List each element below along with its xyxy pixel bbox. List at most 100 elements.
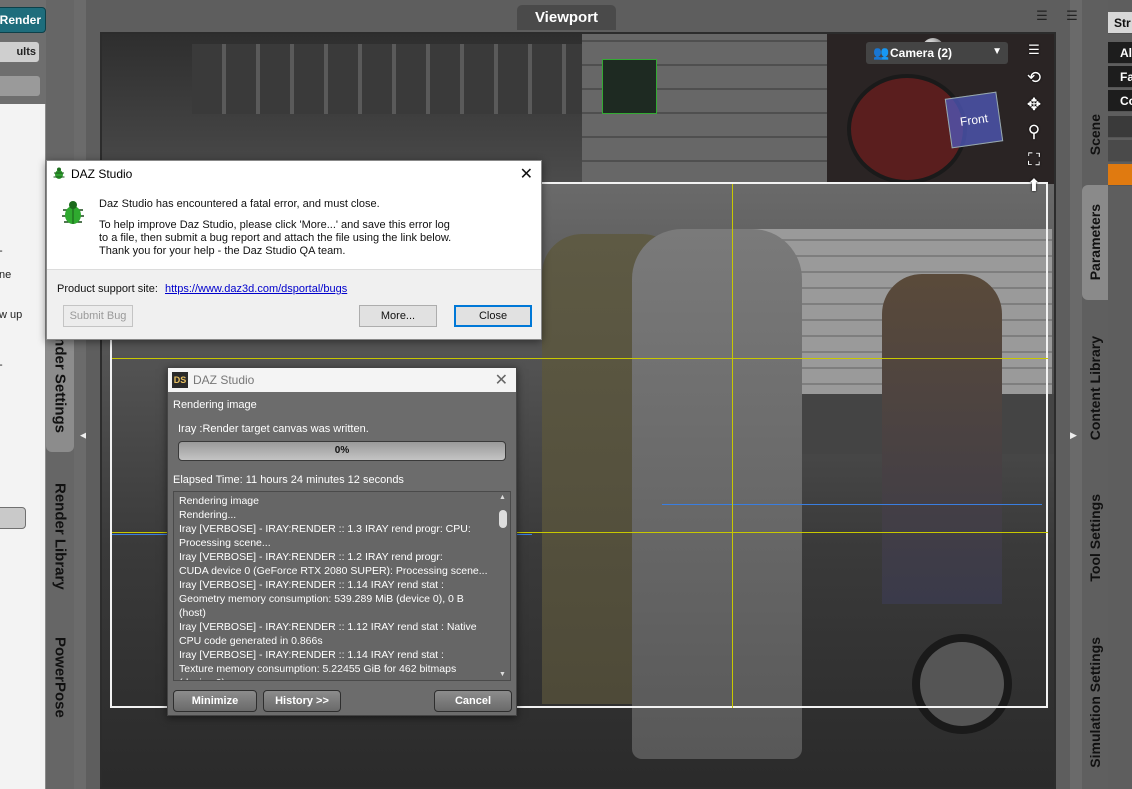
tab-scene-label: Scene (1087, 114, 1103, 156)
log-line: Processing scene... (179, 537, 271, 549)
log-line: Rendering... (179, 509, 237, 521)
viewport-tab[interactable]: Viewport (517, 5, 616, 30)
render-log[interactable]: Rendering image Rendering... Iray [VERBOSE… (173, 491, 511, 681)
tab-powerpose-label: PowerPose (51, 637, 69, 718)
render-message: Iray :Render target canvas was written. (178, 423, 369, 435)
settings-button[interactable] (0, 507, 26, 529)
elapsed-time: Elapsed Time: 11 hours 24 minutes 12 sec… (173, 474, 404, 486)
minimize-button[interactable]: Minimize (173, 690, 257, 712)
edge-item-fa[interactable]: Fa (1108, 66, 1132, 88)
tab-content-library[interactable]: Content Library (1082, 318, 1108, 458)
log-line: Iray [VERBOSE] - IRAY:RENDER :: 1.14 IRA… (179, 649, 444, 661)
log-line: Iray [VERBOSE] - IRAY:RENDER :: 1.14 IRA… (179, 579, 444, 591)
render-dialog-titlebar: DS DAZ Studio ✕ (168, 368, 516, 392)
render-progress-bar: 0% (178, 441, 506, 461)
thirds-guide-h1 (112, 358, 1048, 359)
tab-scene[interactable]: Scene (1082, 95, 1108, 175)
render-toolbar: Render ults (0, 0, 46, 104)
orbit-icon[interactable]: ⟲ (1023, 68, 1045, 88)
cancel-button[interactable]: Cancel (434, 690, 512, 712)
render-button[interactable]: Render (0, 7, 46, 33)
log-line: (host) (179, 607, 206, 619)
thirds-guide-v1 (732, 184, 733, 708)
error-dialog-title: DAZ Studio (71, 167, 133, 181)
error-dialog-titlebar: DAZ Studio ✕ (47, 161, 541, 186)
tab-simulation-settings[interactable]: Simulation Settings (1082, 620, 1108, 785)
bank-icon[interactable]: ⬆ (1023, 176, 1045, 196)
log-line: Iray [VERBOSE] - IRAY:RENDER :: 1.2 IRAY… (179, 551, 443, 563)
setting-fragment-1: ne (0, 269, 12, 281)
scroll-thumb[interactable] (499, 510, 507, 528)
camera-label: Camera (2) (890, 46, 953, 60)
viewport-options-icon[interactable]: ☰ (1023, 42, 1045, 58)
render-progress-text: 0% (334, 445, 350, 456)
tab-render-library[interactable]: Render Library (46, 472, 74, 600)
camera-icon: 👥 (873, 45, 890, 60)
viewport-menu-icon[interactable]: ☰ (1032, 8, 1052, 24)
setting-dash-1: - (0, 245, 3, 257)
tab-powerpose[interactable]: PowerPose (46, 625, 74, 730)
tab-parameters[interactable]: Parameters (1082, 185, 1108, 300)
error-dialog-content: Daz Studio has encountered a fatal error… (47, 186, 541, 270)
camera-selector[interactable]: 👥 Camera (2) ▼ (866, 42, 1008, 64)
log-line: Iray [VERBOSE] - IRAY:RENDER :: 1.12 IRA… (179, 621, 477, 633)
error-body: To help improve Daz Studio, please click… (99, 219, 509, 258)
edge-item-icon[interactable] (1108, 116, 1132, 138)
support-site-link[interactable]: https://www.daz3d.com/dsportal/bugs (165, 283, 347, 295)
edge-item-expand[interactable] (1108, 140, 1132, 162)
scene-beams (192, 44, 622, 114)
pan-icon[interactable]: ✥ (1023, 95, 1045, 115)
preset-field[interactable] (0, 76, 40, 96)
edge-item-str[interactable]: Str (1108, 12, 1132, 34)
setting-fragment-2: w up (0, 309, 23, 321)
edge-item-co[interactable]: Co (1108, 90, 1132, 112)
left-panel: Render ults - ne w up - ☰ Render Setting… (0, 0, 87, 789)
history-button[interactable]: History >> (263, 690, 341, 712)
edge-item-all[interactable]: All (1108, 42, 1132, 64)
nav-cube-face-label: Front (959, 111, 989, 129)
bug-icon (62, 201, 84, 224)
scroll-up-icon[interactable]: ▲ (499, 494, 506, 501)
error-body-line: To help improve Daz Studio, please click… (99, 219, 450, 231)
log-line: Rendering image (179, 495, 259, 507)
error-body-line: to a file, then submit a bug report and … (99, 232, 452, 244)
bug-icon (53, 167, 65, 179)
log-line: Texture memory consumption: 5.22455 GiB … (179, 663, 457, 675)
fatal-error-dialog: DAZ Studio ✕ Daz Studio has encountered … (46, 160, 542, 340)
log-scrollbar[interactable]: ▲ ▼ (498, 494, 508, 678)
right-panel-menu-icon[interactable]: ☰ (1062, 8, 1082, 24)
log-line: (device 0) (179, 676, 497, 680)
log-line: Geometry memory consumption: 539.289 MiB… (179, 593, 464, 605)
error-body-line: Thank you for your help - the Daz Studio… (99, 245, 346, 257)
support-site-label: Product support site: (57, 283, 158, 295)
right-tab-strip: Scene Parameters Content Library Tool Se… (1082, 0, 1108, 789)
tab-simulation-settings-label: Simulation Settings (1087, 637, 1103, 768)
close-button[interactable]: Close (454, 305, 532, 327)
more-button[interactable]: More... (359, 305, 437, 327)
close-icon[interactable]: ✕ (495, 370, 508, 390)
nav-cube[interactable]: Front (944, 91, 1004, 149)
tab-content-library-label: Content Library (1087, 335, 1103, 441)
zoom-icon[interactable]: ⚲ (1023, 122, 1045, 142)
defaults-button[interactable]: ults (0, 41, 40, 63)
edge-item-selected[interactable] (1108, 164, 1132, 186)
scroll-down-icon[interactable]: ▼ (499, 671, 506, 678)
daz-studio-icon: DS (172, 372, 188, 388)
right-edge-list: Str All Fa Co (1108, 0, 1132, 789)
log-line: CPU code generated in 0.866s (179, 635, 323, 647)
submit-bug-button[interactable]: Submit Bug (63, 305, 133, 327)
tab-tool-settings[interactable]: Tool Settings (1082, 480, 1108, 595)
render-dialog-title: DAZ Studio (193, 373, 255, 387)
scene-neon-sign (602, 59, 657, 114)
log-line: Iray [VERBOSE] - IRAY:RENDER :: 1.3 IRAY… (179, 523, 471, 535)
collapse-right-arrow-icon[interactable]: ▶ (1070, 430, 1077, 441)
chevron-down-icon: ▼ (992, 46, 1002, 57)
render-settings-content: - ne w up - (0, 104, 46, 789)
frame-icon[interactable]: ⛶ (1023, 150, 1045, 170)
render-status: Rendering image (173, 399, 257, 411)
right-panel: ☰ Scene Parameters Content Library Tool … (1066, 0, 1132, 789)
tab-tool-settings-label: Tool Settings (1087, 493, 1103, 582)
left-tab-strip: Render Settings Render Library PowerPose (46, 0, 74, 789)
tab-render-library-label: Render Library (51, 482, 69, 590)
close-icon[interactable]: ✕ (520, 164, 533, 184)
